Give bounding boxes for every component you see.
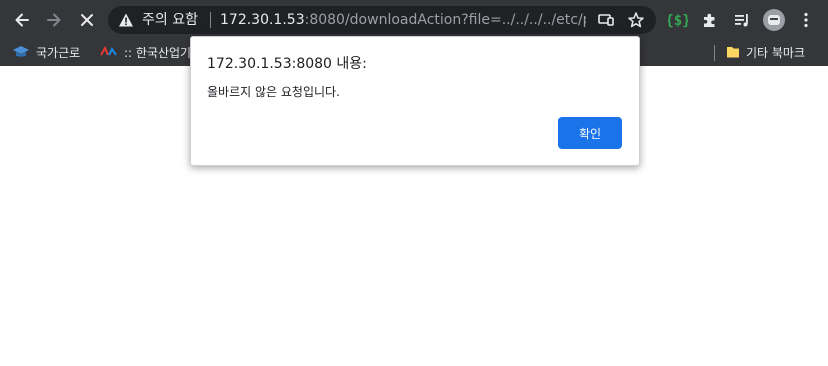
arrow-back-icon <box>15 13 29 27</box>
back-button[interactable] <box>8 6 36 34</box>
extensions-button[interactable] <box>699 9 721 31</box>
browser-menu-button[interactable] <box>795 9 817 31</box>
bookmark-label: 국가근로 <box>36 45 81 60</box>
forward-button[interactable] <box>40 6 68 34</box>
puzzle-piece-icon <box>704 13 715 27</box>
other-bookmarks-label: 기타 북마크 <box>746 45 806 60</box>
stop-loading-button[interactable] <box>73 6 101 34</box>
bookmark-label: :: 한국산업기 <box>124 45 192 60</box>
playlist-music-icon <box>735 14 748 27</box>
svg-text:{$}: {$} <box>668 13 688 29</box>
cast-button[interactable] <box>596 10 616 30</box>
folder-icon <box>727 47 739 58</box>
bookmark-star-button[interactable] <box>626 10 646 30</box>
bookmarks-divider <box>714 45 715 61</box>
dialog-message: 올바르지 않은 요청입니다. <box>207 85 340 99</box>
alert-dialog: 172.30.1.53:8080 내용: 올바르지 않은 요청입니다. 확인 <box>190 36 640 166</box>
star-icon <box>628 12 644 28</box>
site-logo-icon <box>100 46 117 56</box>
url-text[interactable]: 172.30.1.53:8080/downloadAction?file=../… <box>220 10 586 30</box>
omnibox-divider <box>210 12 211 28</box>
dialog-title: 172.30.1.53:8080 내용: <box>207 56 367 72</box>
graduation-cap-icon <box>13 46 29 57</box>
address-bar[interactable]: 주의 요함 172.30.1.53:8080/downloadAction?fi… <box>108 6 656 34</box>
security-status-label[interactable]: 주의 요함 <box>142 10 198 30</box>
media-control-button[interactable] <box>731 9 753 31</box>
url-path: :8080/downloadAction?file=../../../../et… <box>304 12 586 28</box>
curly-braces-icon: {$} <box>668 13 688 29</box>
ok-button[interactable]: 확인 <box>558 117 622 149</box>
extension-json-button[interactable]: {$} <box>667 9 689 31</box>
arrow-forward-icon <box>47 13 61 27</box>
avatar-eyes <box>770 18 778 20</box>
more-vertical-icon <box>804 12 808 28</box>
url-host: 172.30.1.53 <box>220 12 305 28</box>
browser-toolbar: 주의 요함 172.30.1.53:8080/downloadAction?fi… <box>0 0 828 38</box>
bookmark-item-2[interactable]: :: 한국산업기 <box>100 41 191 63</box>
avatar-face <box>768 15 780 25</box>
cast-icon <box>598 14 614 26</box>
other-bookmarks-folder[interactable]: 기타 북마크 <box>726 41 805 63</box>
close-icon <box>81 14 93 26</box>
warning-icon[interactable] <box>118 12 134 28</box>
profile-avatar[interactable] <box>763 9 785 31</box>
bookmark-item-1[interactable]: 국가근로 <box>12 41 80 63</box>
